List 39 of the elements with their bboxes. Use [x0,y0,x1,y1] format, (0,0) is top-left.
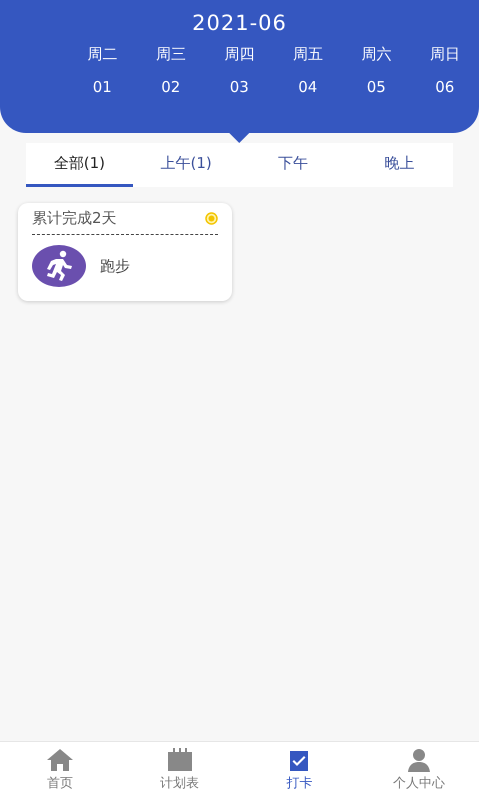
nav-label: 计划表 [160,775,200,792]
weekday-label: 周五 [292,45,323,64]
filter-tab[interactable]: 下午 [240,143,346,187]
nav-label: 首页 [46,775,73,792]
nav-item[interactable]: 打卡 [240,742,360,794]
habit-name: 跑步 [100,256,130,276]
day-item[interactable]: 周六 05 [342,45,410,143]
month-title: 2021-06 [192,11,287,35]
streak-text: 累计完成2天 [32,209,117,228]
date-label: 02 [161,78,180,96]
calendar-icon [166,748,193,772]
nav-label: 个人中心 [393,775,446,792]
nav-item[interactable]: 个人中心 [359,742,479,794]
weekday-label: 周二 [87,45,118,64]
nav-label: 打卡 [286,775,312,792]
weekday-label: 周三 [156,45,186,64]
nav-item[interactable]: 计划表 [120,742,240,794]
day-item[interactable]: 周日 06 [410,45,479,143]
day-item[interactable]: 周五 04 [274,45,342,143]
home-icon [46,748,74,772]
runner-icon [32,245,86,287]
filter-tab[interactable]: 全部(1) [26,143,133,187]
date-label: 06 [435,78,454,96]
day-item[interactable]: 周二 01 [68,45,136,143]
date-label: 03 [230,78,249,96]
habit-card[interactable]: 累计完成2天 跑步 [18,203,232,301]
date-label: 04 [298,78,318,96]
day-item[interactable]: 周三 02 [136,45,205,143]
day-item[interactable]: 周四 03 [205,45,274,143]
person-icon [407,748,432,772]
weekday-label: 周日 [430,45,460,64]
target-icon [205,212,218,225]
date-label: 01 [92,78,112,96]
filter-tab[interactable]: 晚上 [346,143,453,187]
date-label: 05 [366,78,386,96]
filter-tab[interactable]: 上午(1) [132,143,240,187]
weekday-label: 周六 [361,45,392,64]
nav-item[interactable]: 首页 [0,742,120,794]
weekday-label: 周四 [224,45,254,64]
